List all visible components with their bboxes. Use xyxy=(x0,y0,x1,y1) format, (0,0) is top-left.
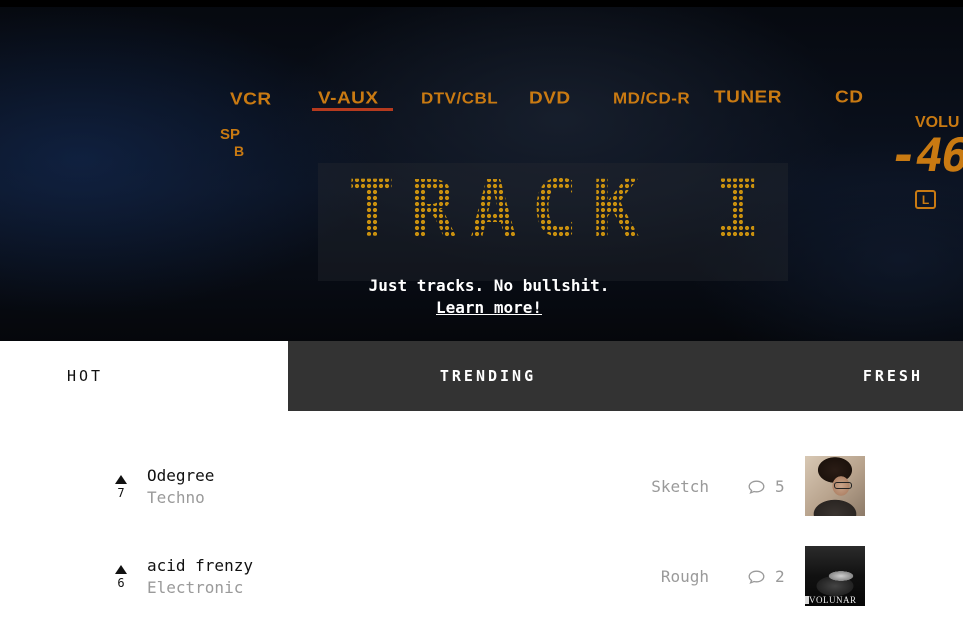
volume-readout: -46 xyxy=(885,128,963,182)
track-title[interactable]: Odegree xyxy=(147,466,214,485)
source-cd: CD xyxy=(835,87,864,108)
source-dtv-cbl: DTV/CBL xyxy=(421,89,499,108)
hero-top-strip xyxy=(0,0,963,7)
comments-link[interactable]: 5 xyxy=(748,477,785,496)
vote-control: 6 xyxy=(112,565,130,590)
source-vcr: VCR xyxy=(230,89,272,110)
comment-bubble-icon xyxy=(748,570,765,584)
comment-count: 5 xyxy=(775,477,785,496)
track-genre: Techno xyxy=(147,488,205,507)
track-genre: Electronic xyxy=(147,578,244,597)
thumbnail-brand-text: VOLUNAR xyxy=(809,595,857,605)
active-source-underline xyxy=(312,108,393,111)
sp-sub-indicator: B xyxy=(234,143,245,159)
feed-tabs: HOT TRENDING FRESH xyxy=(0,341,963,411)
comments-link[interactable]: 2 xyxy=(748,567,785,586)
track-row: 6 acid frenzy Electronic Rough 2 VOLUNAR xyxy=(0,546,963,608)
upvote-arrow-icon[interactable] xyxy=(115,565,127,574)
hero-tagline: Just tracks. No bullshit. xyxy=(368,276,610,295)
learn-more-link[interactable]: Learn more! xyxy=(436,298,542,317)
vote-count: 6 xyxy=(117,576,125,590)
track-list: 7 Odegree Techno Sketch 5 6 acid frenzy … xyxy=(0,411,963,618)
tab-hot[interactable]: HOT xyxy=(0,341,288,411)
turntable-photo-thumbnail[interactable]: VOLUNAR xyxy=(805,546,865,606)
source-v-aux: V-AUX xyxy=(318,88,379,109)
hero-title: TRACK IT xyxy=(348,165,836,255)
source-dvd: DVD xyxy=(529,88,571,109)
track-stage: Sketch xyxy=(651,477,709,496)
artist-photo-thumbnail[interactable] xyxy=(805,456,865,516)
source-tuner: TUNER xyxy=(714,87,782,108)
channel-l-indicator: L xyxy=(915,190,936,209)
glasses-detail xyxy=(834,482,852,489)
tab-fresh[interactable]: FRESH xyxy=(688,341,963,411)
track-row: 7 Odegree Techno Sketch 5 xyxy=(0,456,963,518)
comment-count: 2 xyxy=(775,567,785,586)
learn-more-container: Learn more! xyxy=(0,298,963,317)
comment-bubble-icon xyxy=(748,480,765,494)
track-title[interactable]: acid frenzy xyxy=(147,556,253,575)
hero-banner: VCR V-AUX DTV/CBL DVD MD/CD-R TUNER CD S… xyxy=(0,0,963,341)
vote-control: 7 xyxy=(112,475,130,500)
vote-count: 7 xyxy=(117,486,125,500)
track-stage: Rough xyxy=(660,567,709,586)
sp-indicator: SP xyxy=(220,126,241,143)
source-md-cd-r: MD/CD-R xyxy=(613,89,691,108)
upvote-arrow-icon[interactable] xyxy=(115,475,127,484)
tab-trending[interactable]: TRENDING xyxy=(288,341,688,411)
